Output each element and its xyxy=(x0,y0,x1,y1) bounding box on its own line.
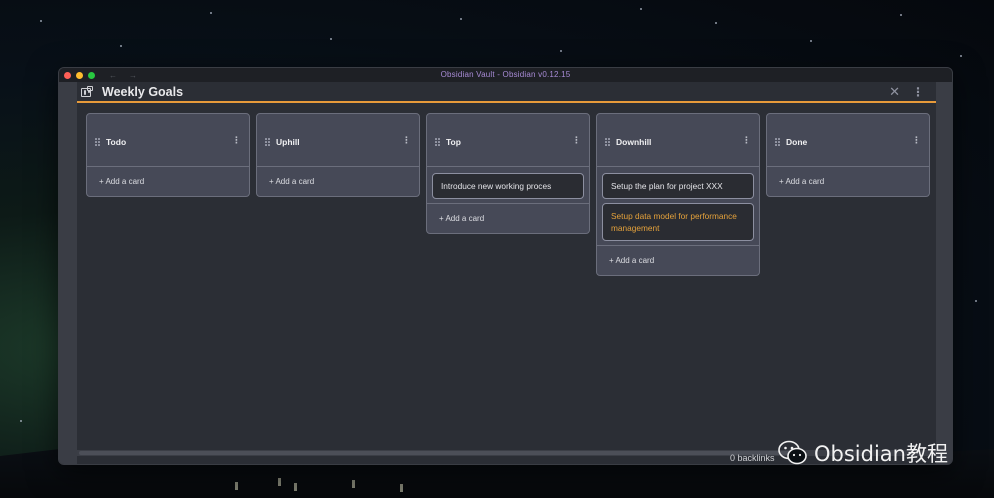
lane-top: Top ⋮ Introduce new working proces + Add… xyxy=(426,113,590,234)
lane-header: Uphill ⋮ xyxy=(257,114,419,166)
kanban-pane: Weekly Goals ✕ ⋮ Todo ⋮ + Add a card Uph… xyxy=(77,82,936,464)
lane-downhill: Downhill ⋮ Setup the plan for project XX… xyxy=(596,113,760,276)
drag-handle-icon[interactable] xyxy=(605,138,611,146)
workspace: Weekly Goals ✕ ⋮ Todo ⋮ + Add a card Uph… xyxy=(59,82,952,464)
lane-menu-icon[interactable]: ⋮ xyxy=(232,135,241,146)
kanban-board-icon xyxy=(81,85,93,98)
obsidian-window: ← → Obsidian Vault - Obsidian v0.12.15 W… xyxy=(58,67,953,465)
lane-title[interactable]: Top xyxy=(446,137,461,147)
drag-handle-icon[interactable] xyxy=(775,138,781,146)
lane-header: Downhill ⋮ xyxy=(597,114,759,166)
lane-title[interactable]: Uphill xyxy=(276,137,300,147)
add-card-button[interactable]: + Add a card xyxy=(767,166,929,196)
kanban-card[interactable]: Setup the plan for project XXX xyxy=(602,173,754,199)
lane-title[interactable]: Todo xyxy=(106,137,126,147)
lane-header: Todo ⋮ xyxy=(87,114,249,166)
card-list: Introduce new working proces xyxy=(427,166,589,199)
lane-title[interactable]: Done xyxy=(786,137,807,147)
lane-title[interactable]: Downhill xyxy=(616,137,651,147)
scrollbar-thumb[interactable] xyxy=(79,451,799,455)
page-title: Weekly Goals xyxy=(102,84,184,99)
drag-handle-icon[interactable] xyxy=(265,138,271,146)
kanban-card[interactable]: Introduce new working proces xyxy=(432,173,584,199)
close-icon[interactable]: ✕ xyxy=(889,85,900,98)
lane-uphill: Uphill ⋮ + Add a card xyxy=(256,113,420,197)
lane-header: Done ⋮ xyxy=(767,114,929,166)
lane-done: Done ⋮ + Add a card xyxy=(766,113,930,197)
lane-todo: Todo ⋮ + Add a card xyxy=(86,113,250,197)
add-card-button[interactable]: + Add a card xyxy=(597,245,759,275)
lane-menu-icon[interactable]: ⋮ xyxy=(742,135,751,146)
pane-header: Weekly Goals ✕ ⋮ xyxy=(77,82,936,103)
drag-handle-icon[interactable] xyxy=(435,138,441,146)
more-options-icon[interactable]: ⋮ xyxy=(912,86,924,98)
wechat-logo-icon xyxy=(778,440,807,465)
drag-handle-icon[interactable] xyxy=(95,138,101,146)
watermark-text: Obsidian教程 xyxy=(814,442,948,466)
town-lights xyxy=(230,474,430,494)
add-card-button[interactable]: + Add a card xyxy=(427,203,589,233)
lane-header: Top ⋮ xyxy=(427,114,589,166)
kanban-card[interactable]: Setup data model for performance managem… xyxy=(602,203,754,241)
lane-menu-icon[interactable]: ⋮ xyxy=(912,135,921,146)
header-actions: ✕ ⋮ xyxy=(889,85,924,98)
backlinks-status[interactable]: 0 backlinks xyxy=(730,453,775,463)
add-card-button[interactable]: + Add a card xyxy=(257,166,419,196)
add-card-button[interactable]: + Add a card xyxy=(87,166,249,196)
card-list: Setup the plan for project XXX Setup dat… xyxy=(597,166,759,241)
title-bar: ← → Obsidian Vault - Obsidian v0.12.15 xyxy=(59,68,952,82)
lane-menu-icon[interactable]: ⋮ xyxy=(572,135,581,146)
lane-menu-icon[interactable]: ⋮ xyxy=(402,135,411,146)
watermark: Obsidian教程 xyxy=(778,438,948,468)
window-title: Obsidian Vault - Obsidian v0.12.15 xyxy=(440,70,571,79)
